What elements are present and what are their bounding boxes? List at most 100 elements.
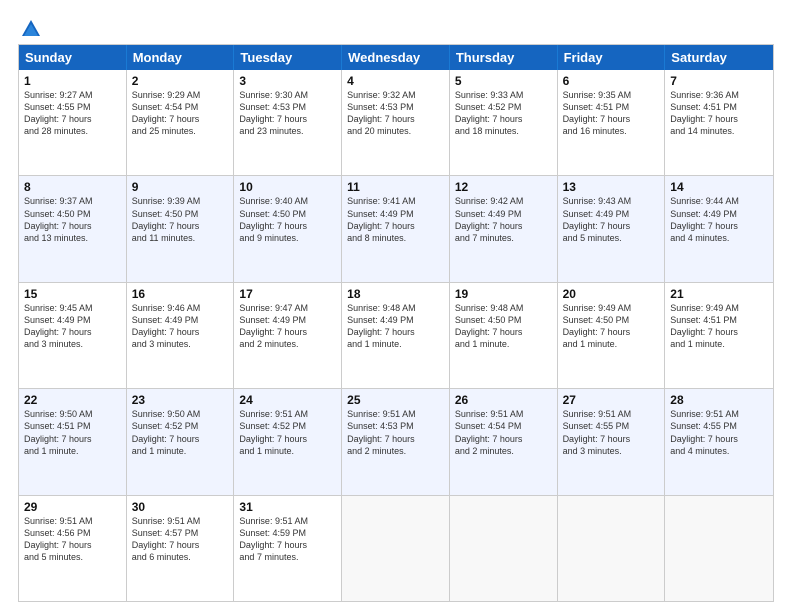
day-number: 29	[24, 500, 121, 514]
day-cell-9: 9Sunrise: 9:39 AMSunset: 4:50 PMDaylight…	[127, 176, 235, 281]
header-day-saturday: Saturday	[665, 45, 773, 70]
cell-line-0: Sunrise: 9:47 AM	[239, 303, 308, 313]
day-cell-1: 1Sunrise: 9:27 AMSunset: 4:55 PMDaylight…	[19, 70, 127, 175]
cell-line-3: and 8 minutes.	[347, 233, 406, 243]
cell-info: Sunrise: 9:29 AMSunset: 4:54 PMDaylight:…	[132, 89, 229, 138]
cell-line-1: Sunset: 4:49 PM	[239, 315, 306, 325]
cell-line-3: and 20 minutes.	[347, 126, 411, 136]
calendar-row-3: 15Sunrise: 9:45 AMSunset: 4:49 PMDayligh…	[19, 283, 773, 389]
calendar-row-4: 22Sunrise: 9:50 AMSunset: 4:51 PMDayligh…	[19, 389, 773, 495]
day-number: 25	[347, 393, 444, 407]
cell-line-3: and 7 minutes.	[455, 233, 514, 243]
cell-info: Sunrise: 9:37 AMSunset: 4:50 PMDaylight:…	[24, 195, 121, 244]
cell-info: Sunrise: 9:50 AMSunset: 4:51 PMDaylight:…	[24, 408, 121, 457]
day-number: 12	[455, 180, 552, 194]
cell-line-3: and 7 minutes.	[239, 552, 298, 562]
cell-line-3: and 1 minute.	[239, 446, 294, 456]
cell-line-3: and 5 minutes.	[24, 552, 83, 562]
cell-info: Sunrise: 9:51 AMSunset: 4:55 PMDaylight:…	[670, 408, 768, 457]
cell-info: Sunrise: 9:47 AMSunset: 4:49 PMDaylight:…	[239, 302, 336, 351]
cell-line-1: Sunset: 4:53 PM	[347, 102, 414, 112]
cell-line-2: Daylight: 7 hours	[670, 221, 738, 231]
day-cell-18: 18Sunrise: 9:48 AMSunset: 4:49 PMDayligh…	[342, 283, 450, 388]
day-cell-10: 10Sunrise: 9:40 AMSunset: 4:50 PMDayligh…	[234, 176, 342, 281]
cell-line-2: Daylight: 7 hours	[563, 327, 631, 337]
cell-line-1: Sunset: 4:50 PM	[239, 209, 306, 219]
cell-line-3: and 5 minutes.	[563, 233, 622, 243]
cell-line-2: Daylight: 7 hours	[563, 114, 631, 124]
cell-line-1: Sunset: 4:52 PM	[132, 421, 199, 431]
cell-line-1: Sunset: 4:57 PM	[132, 528, 199, 538]
cell-line-3: and 1 minute.	[670, 339, 725, 349]
cell-line-1: Sunset: 4:52 PM	[239, 421, 306, 431]
calendar-body: 1Sunrise: 9:27 AMSunset: 4:55 PMDaylight…	[19, 70, 773, 601]
day-number: 23	[132, 393, 229, 407]
cell-line-1: Sunset: 4:49 PM	[24, 315, 91, 325]
day-number: 2	[132, 74, 229, 88]
cell-line-2: Daylight: 7 hours	[239, 221, 307, 231]
cell-line-1: Sunset: 4:49 PM	[563, 209, 630, 219]
cell-line-3: and 3 minutes.	[132, 339, 191, 349]
day-number: 19	[455, 287, 552, 301]
cell-info: Sunrise: 9:44 AMSunset: 4:49 PMDaylight:…	[670, 195, 768, 244]
cell-line-2: Daylight: 7 hours	[455, 434, 523, 444]
day-cell-30: 30Sunrise: 9:51 AMSunset: 4:57 PMDayligh…	[127, 496, 235, 601]
cell-info: Sunrise: 9:51 AMSunset: 4:54 PMDaylight:…	[455, 408, 552, 457]
calendar-row-5: 29Sunrise: 9:51 AMSunset: 4:56 PMDayligh…	[19, 496, 773, 601]
day-number: 30	[132, 500, 229, 514]
cell-line-1: Sunset: 4:52 PM	[455, 102, 522, 112]
cell-line-1: Sunset: 4:51 PM	[670, 315, 737, 325]
cell-line-1: Sunset: 4:49 PM	[455, 209, 522, 219]
cell-line-1: Sunset: 4:54 PM	[132, 102, 199, 112]
day-number: 14	[670, 180, 768, 194]
cell-line-2: Daylight: 7 hours	[24, 114, 92, 124]
cell-info: Sunrise: 9:51 AMSunset: 4:59 PMDaylight:…	[239, 515, 336, 564]
cell-line-0: Sunrise: 9:51 AM	[563, 409, 632, 419]
day-number: 18	[347, 287, 444, 301]
cell-line-0: Sunrise: 9:49 AM	[563, 303, 632, 313]
cell-line-1: Sunset: 4:49 PM	[347, 209, 414, 219]
day-cell-11: 11Sunrise: 9:41 AMSunset: 4:49 PMDayligh…	[342, 176, 450, 281]
cell-info: Sunrise: 9:30 AMSunset: 4:53 PMDaylight:…	[239, 89, 336, 138]
cell-line-2: Daylight: 7 hours	[24, 221, 92, 231]
day-number: 10	[239, 180, 336, 194]
day-number: 27	[563, 393, 660, 407]
day-number: 13	[563, 180, 660, 194]
day-number: 16	[132, 287, 229, 301]
cell-info: Sunrise: 9:43 AMSunset: 4:49 PMDaylight:…	[563, 195, 660, 244]
cell-line-0: Sunrise: 9:51 AM	[24, 516, 93, 526]
cell-line-0: Sunrise: 9:48 AM	[455, 303, 524, 313]
header	[18, 18, 774, 34]
day-cell-7: 7Sunrise: 9:36 AMSunset: 4:51 PMDaylight…	[665, 70, 773, 175]
calendar-header: SundayMondayTuesdayWednesdayThursdayFrid…	[19, 45, 773, 70]
day-number: 31	[239, 500, 336, 514]
cell-info: Sunrise: 9:35 AMSunset: 4:51 PMDaylight:…	[563, 89, 660, 138]
cell-line-2: Daylight: 7 hours	[347, 221, 415, 231]
day-cell-6: 6Sunrise: 9:35 AMSunset: 4:51 PMDaylight…	[558, 70, 666, 175]
cell-info: Sunrise: 9:48 AMSunset: 4:50 PMDaylight:…	[455, 302, 552, 351]
day-cell-28: 28Sunrise: 9:51 AMSunset: 4:55 PMDayligh…	[665, 389, 773, 494]
cell-line-0: Sunrise: 9:36 AM	[670, 90, 739, 100]
cell-line-2: Daylight: 7 hours	[239, 540, 307, 550]
day-cell-27: 27Sunrise: 9:51 AMSunset: 4:55 PMDayligh…	[558, 389, 666, 494]
day-number: 20	[563, 287, 660, 301]
day-number: 5	[455, 74, 552, 88]
cell-line-2: Daylight: 7 hours	[239, 114, 307, 124]
cell-line-3: and 4 minutes.	[670, 233, 729, 243]
cell-line-0: Sunrise: 9:43 AM	[563, 196, 632, 206]
cell-line-0: Sunrise: 9:51 AM	[670, 409, 739, 419]
cell-line-1: Sunset: 4:50 PM	[132, 209, 199, 219]
cell-info: Sunrise: 9:45 AMSunset: 4:49 PMDaylight:…	[24, 302, 121, 351]
cell-line-3: and 2 minutes.	[455, 446, 514, 456]
day-number: 15	[24, 287, 121, 301]
header-day-tuesday: Tuesday	[234, 45, 342, 70]
cell-line-1: Sunset: 4:49 PM	[132, 315, 199, 325]
cell-info: Sunrise: 9:51 AMSunset: 4:52 PMDaylight:…	[239, 408, 336, 457]
cell-line-1: Sunset: 4:51 PM	[670, 102, 737, 112]
header-day-monday: Monday	[127, 45, 235, 70]
day-number: 6	[563, 74, 660, 88]
cell-line-0: Sunrise: 9:50 AM	[132, 409, 201, 419]
day-number: 1	[24, 74, 121, 88]
cell-line-0: Sunrise: 9:32 AM	[347, 90, 416, 100]
cell-line-2: Daylight: 7 hours	[132, 540, 200, 550]
